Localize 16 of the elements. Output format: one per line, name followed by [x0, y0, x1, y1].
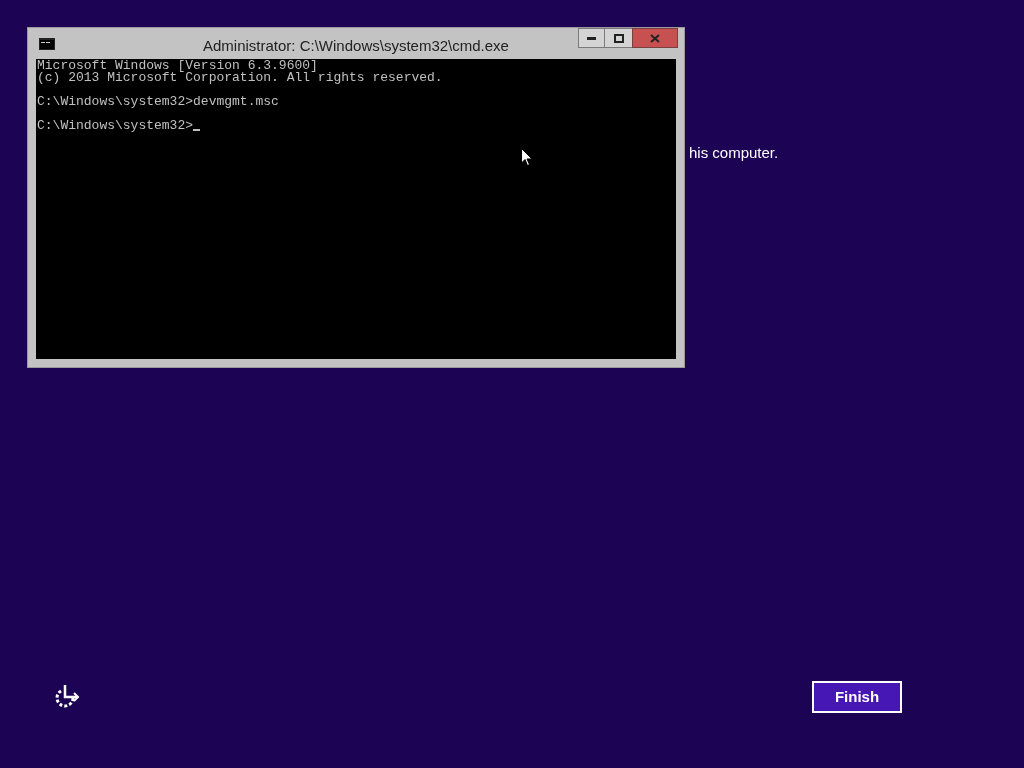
minimize-button[interactable]: [578, 28, 605, 48]
finish-button[interactable]: Finish: [812, 681, 902, 713]
maximize-icon: [613, 33, 624, 43]
body-text: his computer.: [689, 143, 779, 163]
console-line: (c) 2013 Microsoft Corporation. All rights reserved.: [37, 72, 443, 84]
close-icon: [650, 33, 660, 43]
ease-of-access-icon: [53, 685, 80, 709]
window-title: Administrator: C:\Windows\system32\cmd.exe: [203, 36, 509, 56]
console-line: Microsoft Windows [Version 6.3.9600]: [37, 60, 318, 72]
mouse-pointer-icon: [521, 148, 533, 167]
minimize-icon: [587, 36, 596, 40]
close-button[interactable]: [632, 28, 678, 48]
console-icon: [39, 38, 55, 50]
console-line: C:\Windows\system32>devmgmt.msc: [37, 96, 279, 108]
maximize-button[interactable]: [605, 28, 632, 48]
console-line: C:\Windows\system32>: [37, 120, 194, 132]
